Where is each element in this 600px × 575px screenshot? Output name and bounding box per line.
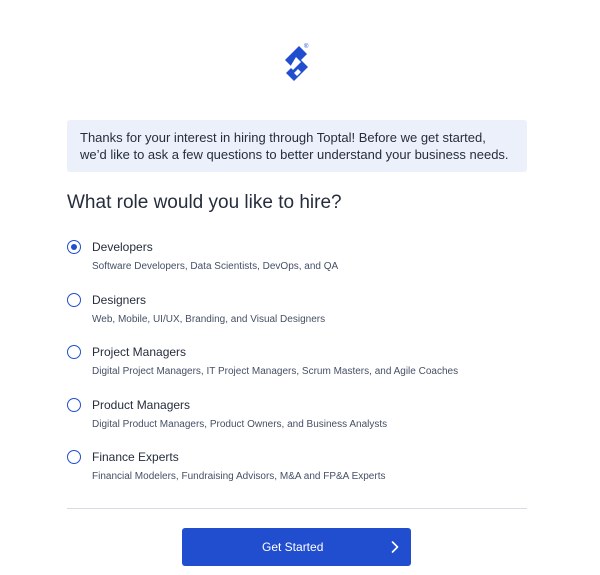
role-option-finance-experts[interactable]: Finance Experts Financial Modelers, Fund… (67, 448, 527, 501)
role-option-description: Financial Modelers, Fundraising Advisors… (92, 471, 386, 482)
radio-developers[interactable] (67, 240, 81, 254)
radio-project-managers[interactable] (67, 345, 81, 359)
intro-text: Thanks for your interest in hiring throu… (80, 130, 509, 162)
role-option-description: Digital Product Managers, Product Owners… (92, 418, 388, 430)
page-title: What role would you like to hire? (67, 192, 342, 213)
radio-product-managers[interactable] (67, 397, 81, 412)
role-option-description: Software Developers, Data Scientists, De… (92, 261, 339, 272)
role-option-description: Web, Mobile, UI/UX, Branding, and Visual… (92, 313, 326, 325)
page: ® Thanks for your interest in hiring thr… (0, 0, 600, 575)
role-option-title: Designers (92, 292, 147, 307)
role-option-product-managers[interactable]: Product Managers Digital Product Manager… (67, 396, 527, 449)
role-option-designers[interactable]: Designers Web, Mobile, UI/UX, Branding, … (67, 291, 527, 344)
toptal-logo-icon (285, 46, 308, 81)
role-option-title: Project Managers (92, 345, 187, 359)
radio-finance-experts[interactable] (67, 450, 81, 464)
chevron-right-icon (391, 541, 399, 553)
role-option-title: Finance Experts (92, 450, 179, 464)
get-started-label: Get Started (262, 540, 324, 554)
role-option-project-managers[interactable]: Project Managers Digital Project Manager… (67, 343, 527, 396)
intro-banner: Thanks for your interest in hiring throu… (67, 120, 527, 172)
radio-designers[interactable] (67, 292, 81, 307)
divider (67, 508, 527, 509)
role-option-developers[interactable]: Developers Software Developers, Data Sci… (67, 238, 527, 291)
get-started-button[interactable]: Get Started (182, 528, 411, 566)
role-options: Developers Software Developers, Data Sci… (67, 238, 527, 501)
role-option-title: Developers (92, 240, 153, 254)
registered-mark: ® (304, 44, 309, 50)
role-option-description: Digital Project Managers, IT Project Man… (92, 366, 459, 377)
role-option-title: Product Managers (92, 397, 191, 412)
